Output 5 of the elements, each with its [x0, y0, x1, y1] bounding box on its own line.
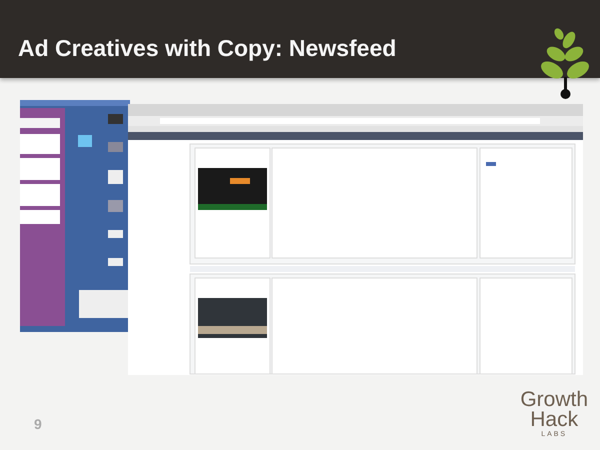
- slide-title: Ad Creatives with Copy: Newsfeed: [18, 34, 396, 62]
- leaf-logo-icon: [541, 28, 591, 100]
- page-number: 9: [34, 416, 42, 432]
- logo-word: Hack: [530, 410, 578, 430]
- logo-word: Growth: [520, 390, 588, 410]
